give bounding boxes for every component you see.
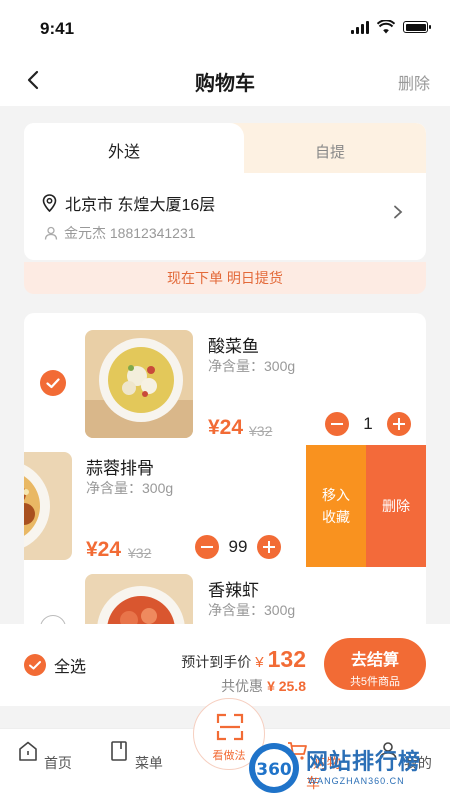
item-price: ¥24 — [208, 416, 244, 439]
checkout-item-count: 共5件商品 — [349, 676, 401, 688]
item-name: 酸菜鱼 — [208, 337, 259, 356]
tab-home-label: 首页 — [43, 755, 72, 771]
tab-pickup-label: 自提 — [315, 144, 346, 161]
item-spec: 净含量：300g — [86, 480, 174, 496]
contact-text: 金元杰 18812341231 — [64, 225, 196, 241]
location-pin-icon — [42, 194, 57, 212]
checkout-bar: 全选 预计到手价 ¥ 132 共优惠 ¥ 25.8 去结算 共5件商品 — [0, 624, 450, 706]
estimated-price: 预计到手价 ¥ 132 — [181, 646, 306, 673]
item-name: 蒜蓉排骨 — [86, 459, 154, 478]
cart-list: 酸菜鱼 净含量：300g ¥24 ¥32 1 蒜蓉排骨 净含量：300g ¥24… — [24, 313, 426, 643]
increase-button[interactable] — [387, 412, 411, 436]
status-time: 9:41 — [40, 19, 75, 38]
contact-row: 金元杰 18812341231 — [44, 223, 196, 243]
quantity-value: 99 — [228, 537, 248, 556]
item-name: 香辣虾 — [208, 581, 259, 600]
tab-menu-label: 菜单 — [134, 755, 163, 771]
item-spec: 净含量：300g — [208, 602, 296, 618]
chevron-right-icon[interactable] — [392, 205, 404, 219]
home-icon — [19, 741, 37, 761]
menu-book-icon — [111, 741, 127, 761]
status-bar: 9:41 — [0, 0, 450, 56]
discount-summary: 共优惠 ¥ 25.8 — [221, 676, 306, 696]
watermark-badge: 360 — [256, 760, 292, 780]
item-original-price: ¥32 — [128, 545, 152, 561]
tab-menu[interactable]: 菜单 — [105, 739, 165, 773]
wifi-icon — [377, 20, 395, 34]
person-icon — [44, 226, 58, 240]
discount-label: 共优惠 — [221, 678, 264, 694]
dish-image-suancaiyu[interactable] — [85, 330, 193, 438]
delivery-card: 自提 外送 北京市 东煌大厦16层 金元杰 18812341231 — [24, 123, 426, 260]
move-to-favorites-button[interactable]: 移入 收藏 — [306, 445, 366, 567]
item-checkbox[interactable] — [40, 370, 66, 396]
nav-bar: 购物车 删除 — [0, 56, 450, 106]
decrease-button[interactable] — [195, 535, 219, 559]
notice-bar: 现在下单 明日提货 — [24, 262, 426, 294]
item-original-price: ¥32 — [249, 423, 273, 439]
currency-symbol: ¥ — [255, 654, 264, 671]
checkout-button-label: 去结算 — [350, 652, 399, 669]
select-all-label: 全选 — [54, 659, 87, 676]
increase-button[interactable] — [257, 535, 281, 559]
quantity-stepper: 1 — [325, 412, 411, 436]
tab-home[interactable]: 首页 — [14, 739, 74, 773]
item-spec: 净含量：300g — [208, 358, 296, 374]
status-icons — [351, 20, 431, 34]
tab-delivery[interactable]: 外送 — [24, 123, 244, 173]
select-all-check-icon — [24, 654, 46, 676]
quantity-value: 1 — [363, 414, 373, 433]
cellular-signal-icon — [351, 20, 369, 34]
select-all-toggle[interactable]: 全选 — [24, 653, 86, 677]
item-price: ¥24 — [86, 538, 122, 561]
discount-value: ¥ 25.8 — [267, 678, 306, 694]
estimated-price-label: 预计到手价 — [181, 654, 252, 670]
watermark-name: 网站排行榜 — [306, 749, 422, 774]
move-to-favorites-label: 移入 收藏 — [322, 487, 350, 525]
tab-pickup[interactable]: 自提 — [225, 123, 426, 173]
watermark-url: WANGZHAN360.CN — [308, 776, 405, 786]
battery-icon — [403, 21, 431, 33]
checkout-button[interactable]: 去结算 共5件商品 — [324, 638, 426, 690]
estimated-total: 132 — [267, 646, 306, 672]
watermark-360-logo: 360 — [249, 743, 299, 793]
page-title: 购物车 — [195, 73, 255, 95]
dish-image-paigu[interactable] — [24, 452, 72, 560]
address-text: 北京市 东煌大厦16层 — [65, 197, 216, 214]
decrease-button[interactable] — [325, 412, 349, 436]
swipe-delete-button[interactable]: 删除 — [366, 445, 426, 567]
swipe-delete-label: 删除 — [382, 498, 410, 514]
site-watermark: 360 网站排行榜 WANGZHAN360.CN — [246, 736, 450, 800]
check-icon — [46, 378, 60, 389]
tab-delivery-label: 外送 — [108, 144, 141, 161]
quantity-stepper: 99 — [195, 535, 281, 559]
delete-button[interactable]: 删除 — [398, 70, 430, 94]
address-row[interactable]: 北京市 东煌大厦16层 — [42, 191, 215, 215]
